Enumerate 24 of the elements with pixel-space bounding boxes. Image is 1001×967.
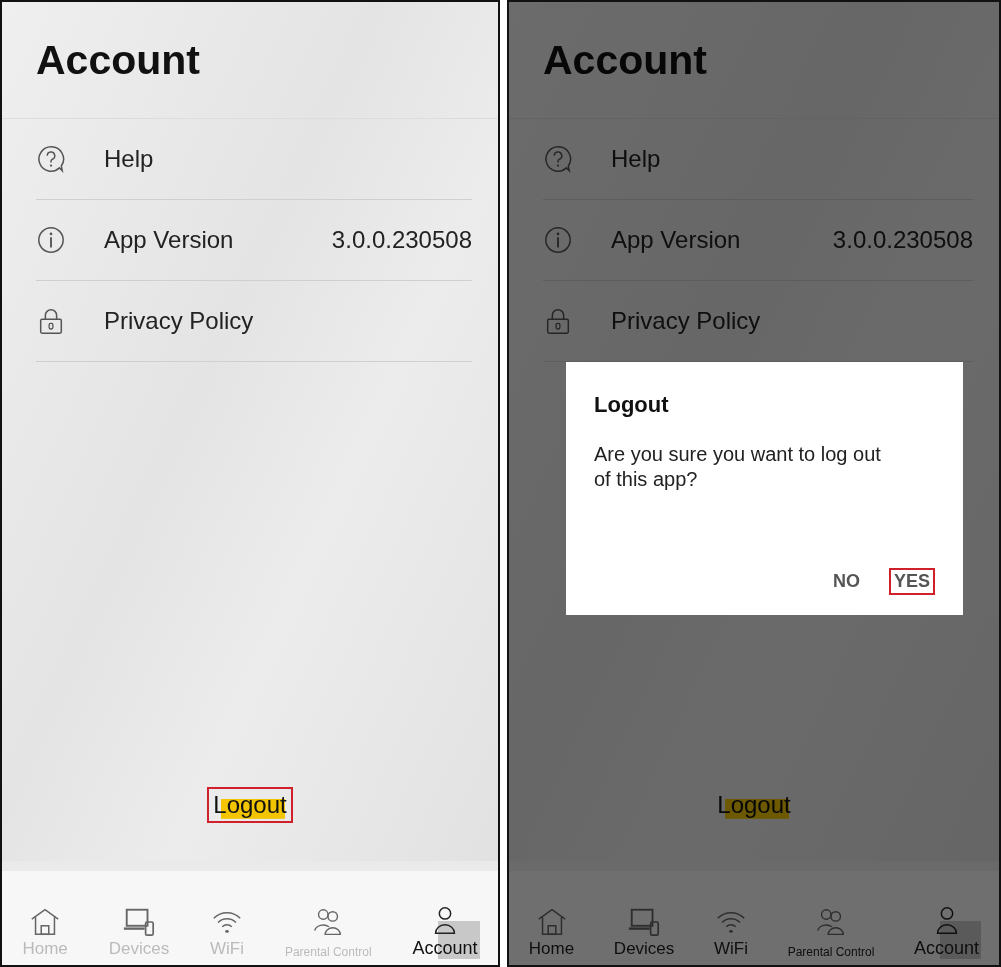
nav-tab[interactable]: Devices [611, 905, 677, 959]
menu-item-label[interactable]: App Version [104, 226, 234, 254]
menu-item-label[interactable]: Help [611, 145, 661, 173]
menu-item-label[interactable]: App Version [611, 226, 741, 254]
nav-tab[interactable]: Parental Control [785, 906, 877, 959]
dialog-title: Logout [594, 392, 670, 418]
page-title: Account [543, 36, 707, 84]
version-number: 3.0.0.230508 [832, 226, 973, 254]
help-icon [36, 144, 66, 174]
menu-item-label[interactable]: Privacy Policy [611, 307, 761, 335]
menu-item-label[interactable]: Help [104, 145, 154, 173]
nav-tab[interactable]: Account [410, 904, 480, 959]
dialog-message: Are you sure you want to log out of this app? [594, 442, 882, 492]
dialog-button[interactable]: NO [827, 568, 865, 595]
help-icon [543, 144, 573, 174]
nav-tab[interactable]: Account [912, 904, 982, 959]
nav-tab[interactable]: Home [526, 905, 577, 959]
dialog-button[interactable]: YES [888, 568, 935, 595]
info-icon [36, 225, 66, 255]
nav-tab[interactable]: WiFi [712, 905, 750, 959]
menu-item-label[interactable]: Privacy Policy [104, 307, 254, 335]
info-icon [543, 225, 573, 255]
page-title: Account [36, 36, 200, 84]
version-number: 3.0.0.230508 [331, 226, 472, 254]
